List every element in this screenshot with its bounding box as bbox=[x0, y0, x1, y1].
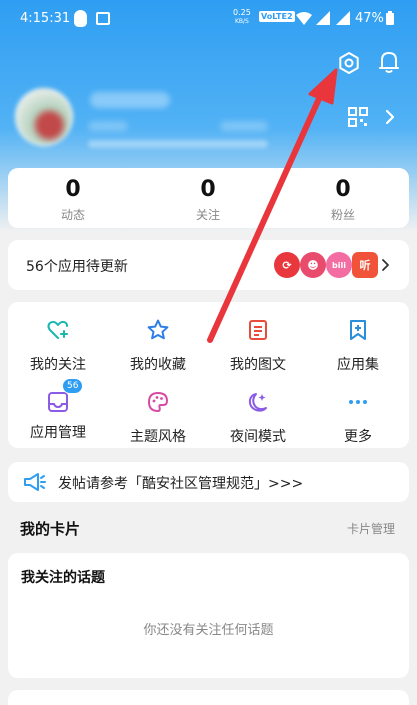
moon-icon bbox=[248, 393, 267, 412]
stats-card: 0 动态 0 关注 0 粉丝 bbox=[8, 168, 409, 228]
card-management-link[interactable]: 卡片管理 bbox=[347, 520, 395, 537]
image-notification-icon bbox=[96, 12, 110, 25]
avatar[interactable] bbox=[15, 88, 73, 146]
bell-icon[interactable] bbox=[378, 50, 400, 74]
grid-item-my-favorites[interactable]: 我的收藏 bbox=[108, 318, 208, 374]
chevron-right-icon[interactable] bbox=[383, 108, 397, 126]
heart-plus-icon bbox=[47, 320, 68, 339]
next-card bbox=[8, 690, 409, 705]
settings-icon[interactable] bbox=[337, 51, 361, 75]
wifi-icon bbox=[296, 12, 312, 25]
empty-topics-message: 你还没有关注任何话题 bbox=[143, 623, 274, 638]
app-icon-ting: 听 bbox=[352, 252, 378, 278]
grid-item-my-posts[interactable]: 我的图文 bbox=[208, 318, 308, 374]
user-info-blurred bbox=[220, 121, 268, 131]
palette-icon bbox=[148, 392, 168, 412]
app-icon-bilibili: bili bbox=[326, 252, 352, 278]
status-bar: 4:15:31 0.25 KB/S VoLTE2 47% bbox=[0, 0, 417, 38]
network-speed: 0.25 KB/S bbox=[233, 8, 251, 25]
bookmark-plus-icon bbox=[350, 320, 366, 340]
status-time: 4:15:31 bbox=[20, 11, 71, 26]
battery-percent: 47% bbox=[355, 11, 384, 26]
more-icon bbox=[349, 400, 367, 404]
signal-icon bbox=[316, 11, 330, 25]
stat-fans[interactable]: 0 粉丝 bbox=[278, 176, 408, 223]
app-icon-red: ⟳ bbox=[274, 252, 300, 278]
grid-item-night-mode[interactable]: 夜间模式 bbox=[208, 390, 308, 446]
volte-badge: VoLTE2 bbox=[259, 11, 295, 22]
grid-item-themes[interactable]: 主题风格 bbox=[108, 390, 208, 446]
app-updates-text: 56个应用待更新 bbox=[26, 259, 128, 275]
my-cards-title: 我的卡片 bbox=[20, 520, 81, 538]
experience-bar bbox=[88, 140, 268, 148]
followed-topics-card: 我关注的话题 你还没有关注任何话题 bbox=[8, 553, 409, 678]
megaphone-icon bbox=[24, 473, 46, 491]
stat-posts[interactable]: 0 动态 bbox=[8, 176, 138, 223]
grid-item-more[interactable]: 更多 bbox=[308, 390, 408, 446]
feature-grid: 我的关注 我的收藏 我的图文 应用集 56 应用管理 主题风格 夜间模式 更多 bbox=[8, 302, 409, 448]
username-blurred[interactable] bbox=[90, 92, 170, 108]
document-icon bbox=[249, 320, 267, 340]
stat-following[interactable]: 0 关注 bbox=[143, 176, 273, 223]
grid-item-my-follows[interactable]: 我的关注 bbox=[8, 318, 108, 374]
signal-icon-2 bbox=[336, 11, 350, 25]
inbox-icon bbox=[48, 392, 68, 412]
update-count-badge: 56 bbox=[62, 378, 84, 394]
community-notice[interactable]: 发帖请参考「酷安社区管理规范」>>> bbox=[8, 462, 409, 502]
notice-text: 发帖请参考「酷安社区管理规范」>>> bbox=[58, 476, 304, 492]
grid-item-app-management[interactable]: 56 应用管理 bbox=[8, 378, 108, 442]
app-icon-pink: ☻ bbox=[300, 252, 326, 278]
app-updates-row[interactable]: 56个应用待更新 ⟳ ☻ bili 听 bbox=[8, 240, 409, 290]
star-icon bbox=[147, 319, 169, 340]
qq-notification-icon bbox=[74, 10, 87, 27]
qr-code-icon[interactable] bbox=[348, 107, 368, 127]
battery-icon bbox=[386, 11, 394, 25]
followed-topics-title: 我关注的话题 bbox=[21, 570, 105, 586]
user-level-blurred bbox=[88, 121, 128, 131]
chevron-right-icon bbox=[382, 259, 389, 271]
grid-item-app-collections[interactable]: 应用集 bbox=[308, 318, 408, 374]
